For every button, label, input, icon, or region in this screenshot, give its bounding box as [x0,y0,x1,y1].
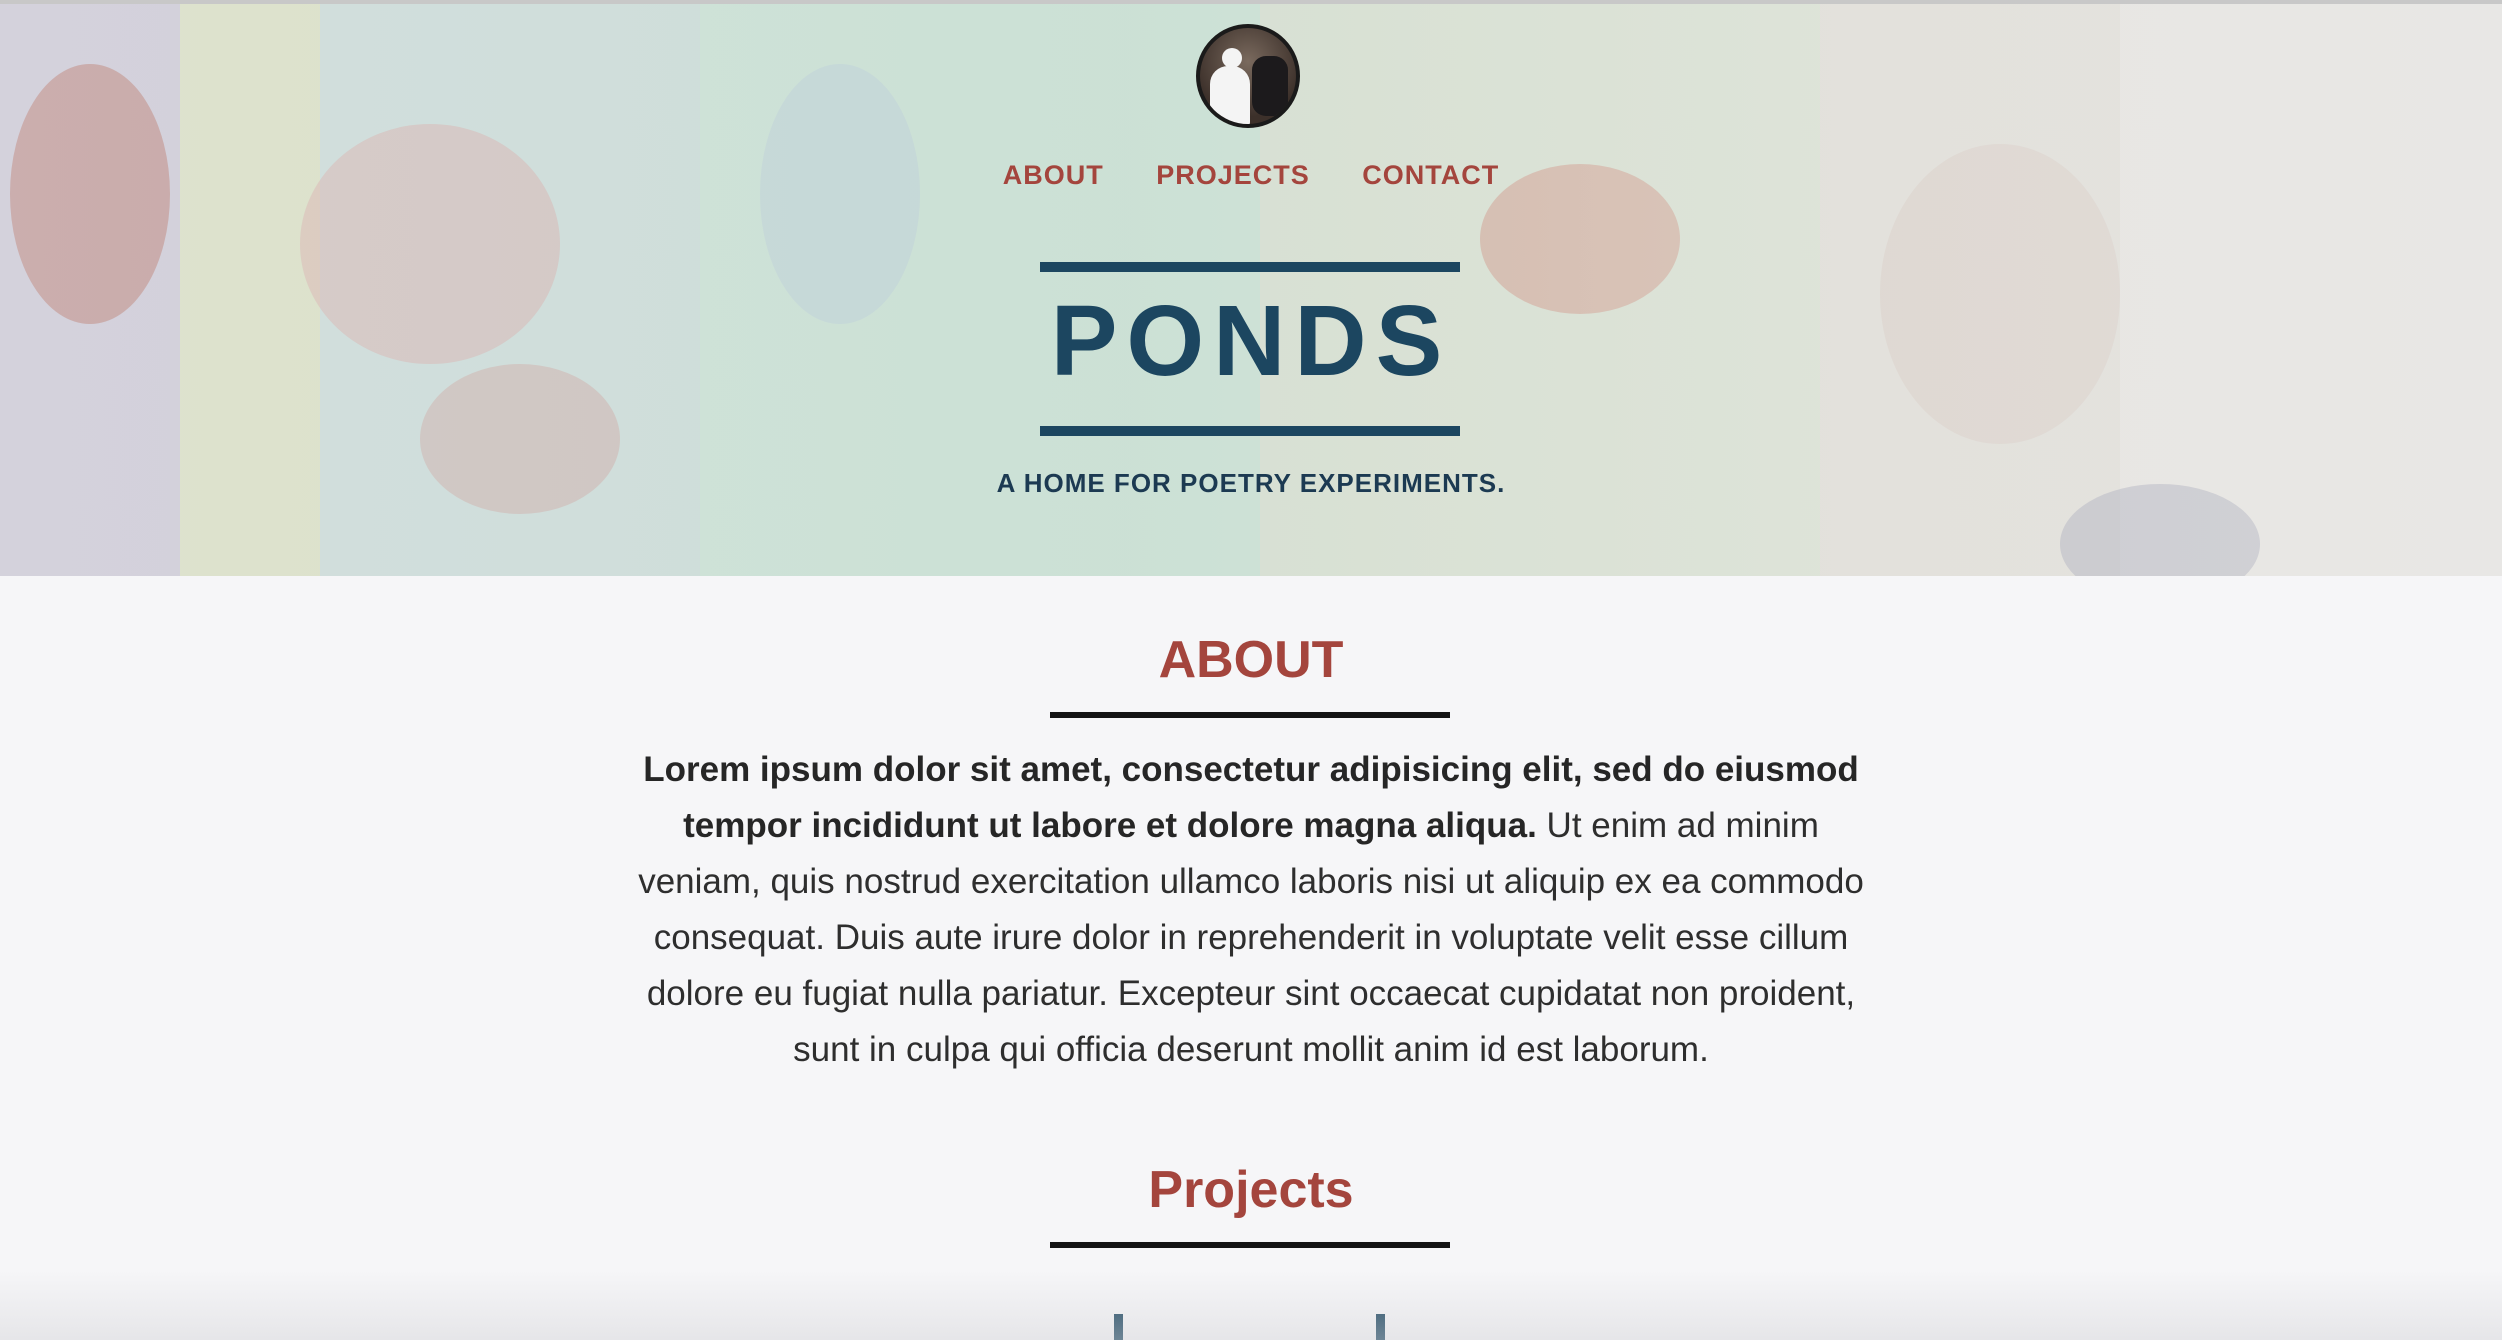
nav-link-projects[interactable]: PROJECTS [1156,160,1310,190]
nav-link-about[interactable]: ABOUT [1003,160,1104,190]
about-heading: ABOUT [1158,631,1344,689]
title-rule-top [1040,262,1460,272]
site-title: PONDS [1050,285,1452,397]
nav-link-contact[interactable]: CONTACT [1362,160,1499,190]
site-tagline: A HOME FOR POETRY EXPERIMENTS. [996,468,1506,498]
about-paragraph: Lorem ipsum dolor sit amet, consectetur … [626,742,1876,1078]
about-body: Ut enim ad minim veniam, quis nostrud ex… [638,806,1864,1069]
page: ES¡ ABOUT PROJECTS CONTACT PONDS A HOME … [0,0,2502,1340]
about-heading-rule [1050,712,1450,718]
projects-heading-rule [1050,1242,1450,1248]
title-rule-bottom [1040,426,1460,436]
bottom-fade [0,1270,2502,1340]
hero-header: ES¡ ABOUT PROJECTS CONTACT PONDS A HOME … [0,4,2502,576]
avatar[interactable] [1196,24,1300,128]
projects-heading: Projects [1148,1161,1354,1219]
main-nav: ABOUT PROJECTS CONTACT [0,160,2502,191]
top-border [0,0,2502,4]
